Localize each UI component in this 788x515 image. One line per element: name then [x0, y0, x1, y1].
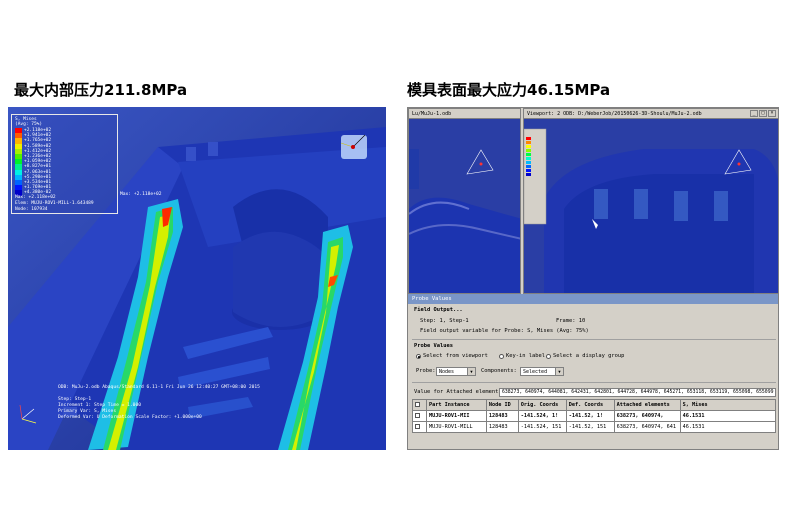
viewport-2[interactable]: Viewport: 2 ODB: D:/WeberJob/20150626-3D… — [523, 108, 778, 294]
minimize-button[interactable]: _ — [750, 110, 758, 117]
divider — [412, 339, 776, 340]
table-cell: 638273, 640974, — [613, 410, 681, 422]
table-cell: 46.1531 — [679, 421, 777, 433]
probe-dialog-title: Probe Values — [408, 294, 778, 304]
table-cell: 128483 — [485, 421, 519, 433]
info-line: Deformed Var: U Deformation Scale Factor… — [58, 415, 202, 420]
table-cell: 46.1531 — [679, 410, 777, 422]
probe-results-table: Part Instance Node ID Orig. Coords Def. Coo… — [412, 399, 777, 433]
table-cell: MUJU-ROV1-MII — [425, 410, 487, 422]
step-label: Step: 1, Step-1 — [420, 318, 469, 324]
divider — [412, 382, 776, 383]
viewport-1[interactable]: Lu/MuJu-1.odb — [408, 108, 521, 294]
table-cell — [412, 421, 427, 433]
column-header[interactable]: Node ID — [485, 399, 519, 411]
attached-elements-label: Value for Attached elements: — [414, 389, 505, 395]
radio-label-viewport: Select from viewport — [423, 353, 488, 359]
components-label: Components: — [481, 368, 517, 374]
maximize-button[interactable]: □ — [759, 110, 767, 117]
attached-elements-field[interactable]: 638273, 640974, 644081, 642431, 642801, … — [499, 388, 776, 397]
close-button[interactable]: × — [768, 110, 776, 117]
frame-label: Frame: 10 — [556, 318, 586, 324]
info-line: Primary Var: S, Mises — [58, 409, 117, 414]
field-variable-label: Field output variable for Probe: S, Mise… — [420, 328, 589, 334]
column-header[interactable]: S, Mises — [679, 399, 777, 411]
column-header[interactable]: Def. Coords — [565, 399, 615, 411]
viewport-2-render — [524, 119, 778, 293]
radio-label-keyin: Key-in label — [506, 353, 545, 359]
chevron-down-icon: ▼ — [467, 368, 475, 375]
viewport-2-titlebar[interactable]: Viewport: 2 ODB: D:/WeberJob/20150626-3D… — [524, 109, 778, 119]
column-header[interactable]: Orig. Coords — [517, 399, 567, 411]
info-line: Increment 1: Step Time = 1.000 — [58, 403, 141, 408]
info-line: ODB: MuJu-2.odb Abaqus/Standard 6.11-1 F… — [58, 385, 260, 390]
radio-select-from-viewport[interactable] — [416, 354, 421, 359]
table-cell: 638273, 640974, 641 — [613, 421, 681, 433]
table-cell: MUJU-ROV1-MILL — [425, 421, 487, 433]
viewport-1-titlebar[interactable]: Lu/MuJu-1.odb — [409, 109, 520, 119]
legend-max-line: Max: +2.118e+02 — [15, 195, 56, 200]
left-title: 最大内部压力211.8MPa — [14, 81, 188, 99]
chevron-down-icon: ▼ — [555, 368, 563, 375]
left-fea-viewport[interactable]: S, Mises (Avg: 75%) +2.118e+02 +1.941e+02… — [8, 107, 386, 450]
components-value: Selected — [523, 369, 548, 375]
table-header-row: Part Instance Node ID Orig. Coords Def. Coo… — [412, 399, 777, 411]
column-header[interactable]: Part Instance — [425, 399, 487, 411]
table-cell: -141.524, 151 — [517, 421, 567, 433]
radio-label-display-group: Select a display group — [553, 353, 625, 359]
components-select[interactable]: Selected ▼ — [520, 367, 564, 376]
column-header[interactable] — [412, 399, 427, 411]
select-all-checkbox[interactable] — [415, 402, 420, 407]
radio-select-display-group[interactable] — [546, 354, 551, 359]
table-row[interactable]: MUJU-ROV1-MILL 128483 -141.524, 151 -141.52… — [412, 421, 777, 433]
row-checkbox[interactable] — [415, 413, 420, 418]
max-marker-label: Max: +2.118e+02 — [120, 192, 162, 197]
contour-legend: S, Mises (Avg: 75%) +2.118e+02 +1.941e+02… — [11, 114, 118, 214]
row-checkbox[interactable] — [415, 424, 420, 429]
table-row[interactable]: MUJU-ROV1-MII 128483 -141.524, 1! -141.52, … — [412, 410, 777, 422]
viewport-1-title: Lu/MuJu-1.odb — [412, 111, 452, 117]
legend-node-line: Node: 107934 — [15, 207, 48, 212]
legend-elem-line: Elem: MUJU-ROV1-MILL-1.643489 — [15, 201, 94, 206]
attached-elements-value: 638273, 640974, 644081, 642431, 642801, … — [502, 390, 774, 395]
probe-type-label: Probe: — [416, 368, 436, 374]
legend-header-2: (Avg: 75%) — [15, 122, 43, 127]
table-cell: 128483 — [485, 410, 519, 422]
info-line: Step: Step-1 — [58, 397, 92, 402]
probe-type-value: Nodes — [439, 369, 455, 375]
table-cell: -141.52, 151 — [565, 421, 615, 433]
table-cell: -141.524, 1! — [517, 410, 567, 422]
viewport-1-render — [409, 119, 520, 293]
abaqus-window: Lu/MuJu-1.odb Viewport: 2 ODB: D:/WeberJ… — [407, 107, 779, 450]
column-header[interactable]: Attached elements — [613, 399, 681, 411]
radio-key-in-label[interactable] — [499, 354, 504, 359]
probe-type-select[interactable]: Nodes ▼ — [436, 367, 476, 376]
table-cell: -141.52, 1! — [565, 410, 615, 422]
table-cell — [412, 410, 427, 422]
field-output-heading: Field Output... — [414, 307, 463, 313]
probe-values-dialog: Probe Values Field Output... Step: 1, St… — [408, 294, 778, 449]
viewport-2-title: Viewport: 2 ODB: D:/WeberJob/20150626-3D… — [527, 111, 702, 117]
probe-values-heading: Probe Values — [414, 343, 453, 349]
right-title: 模具表面最大应力46.15MPa — [407, 81, 611, 99]
